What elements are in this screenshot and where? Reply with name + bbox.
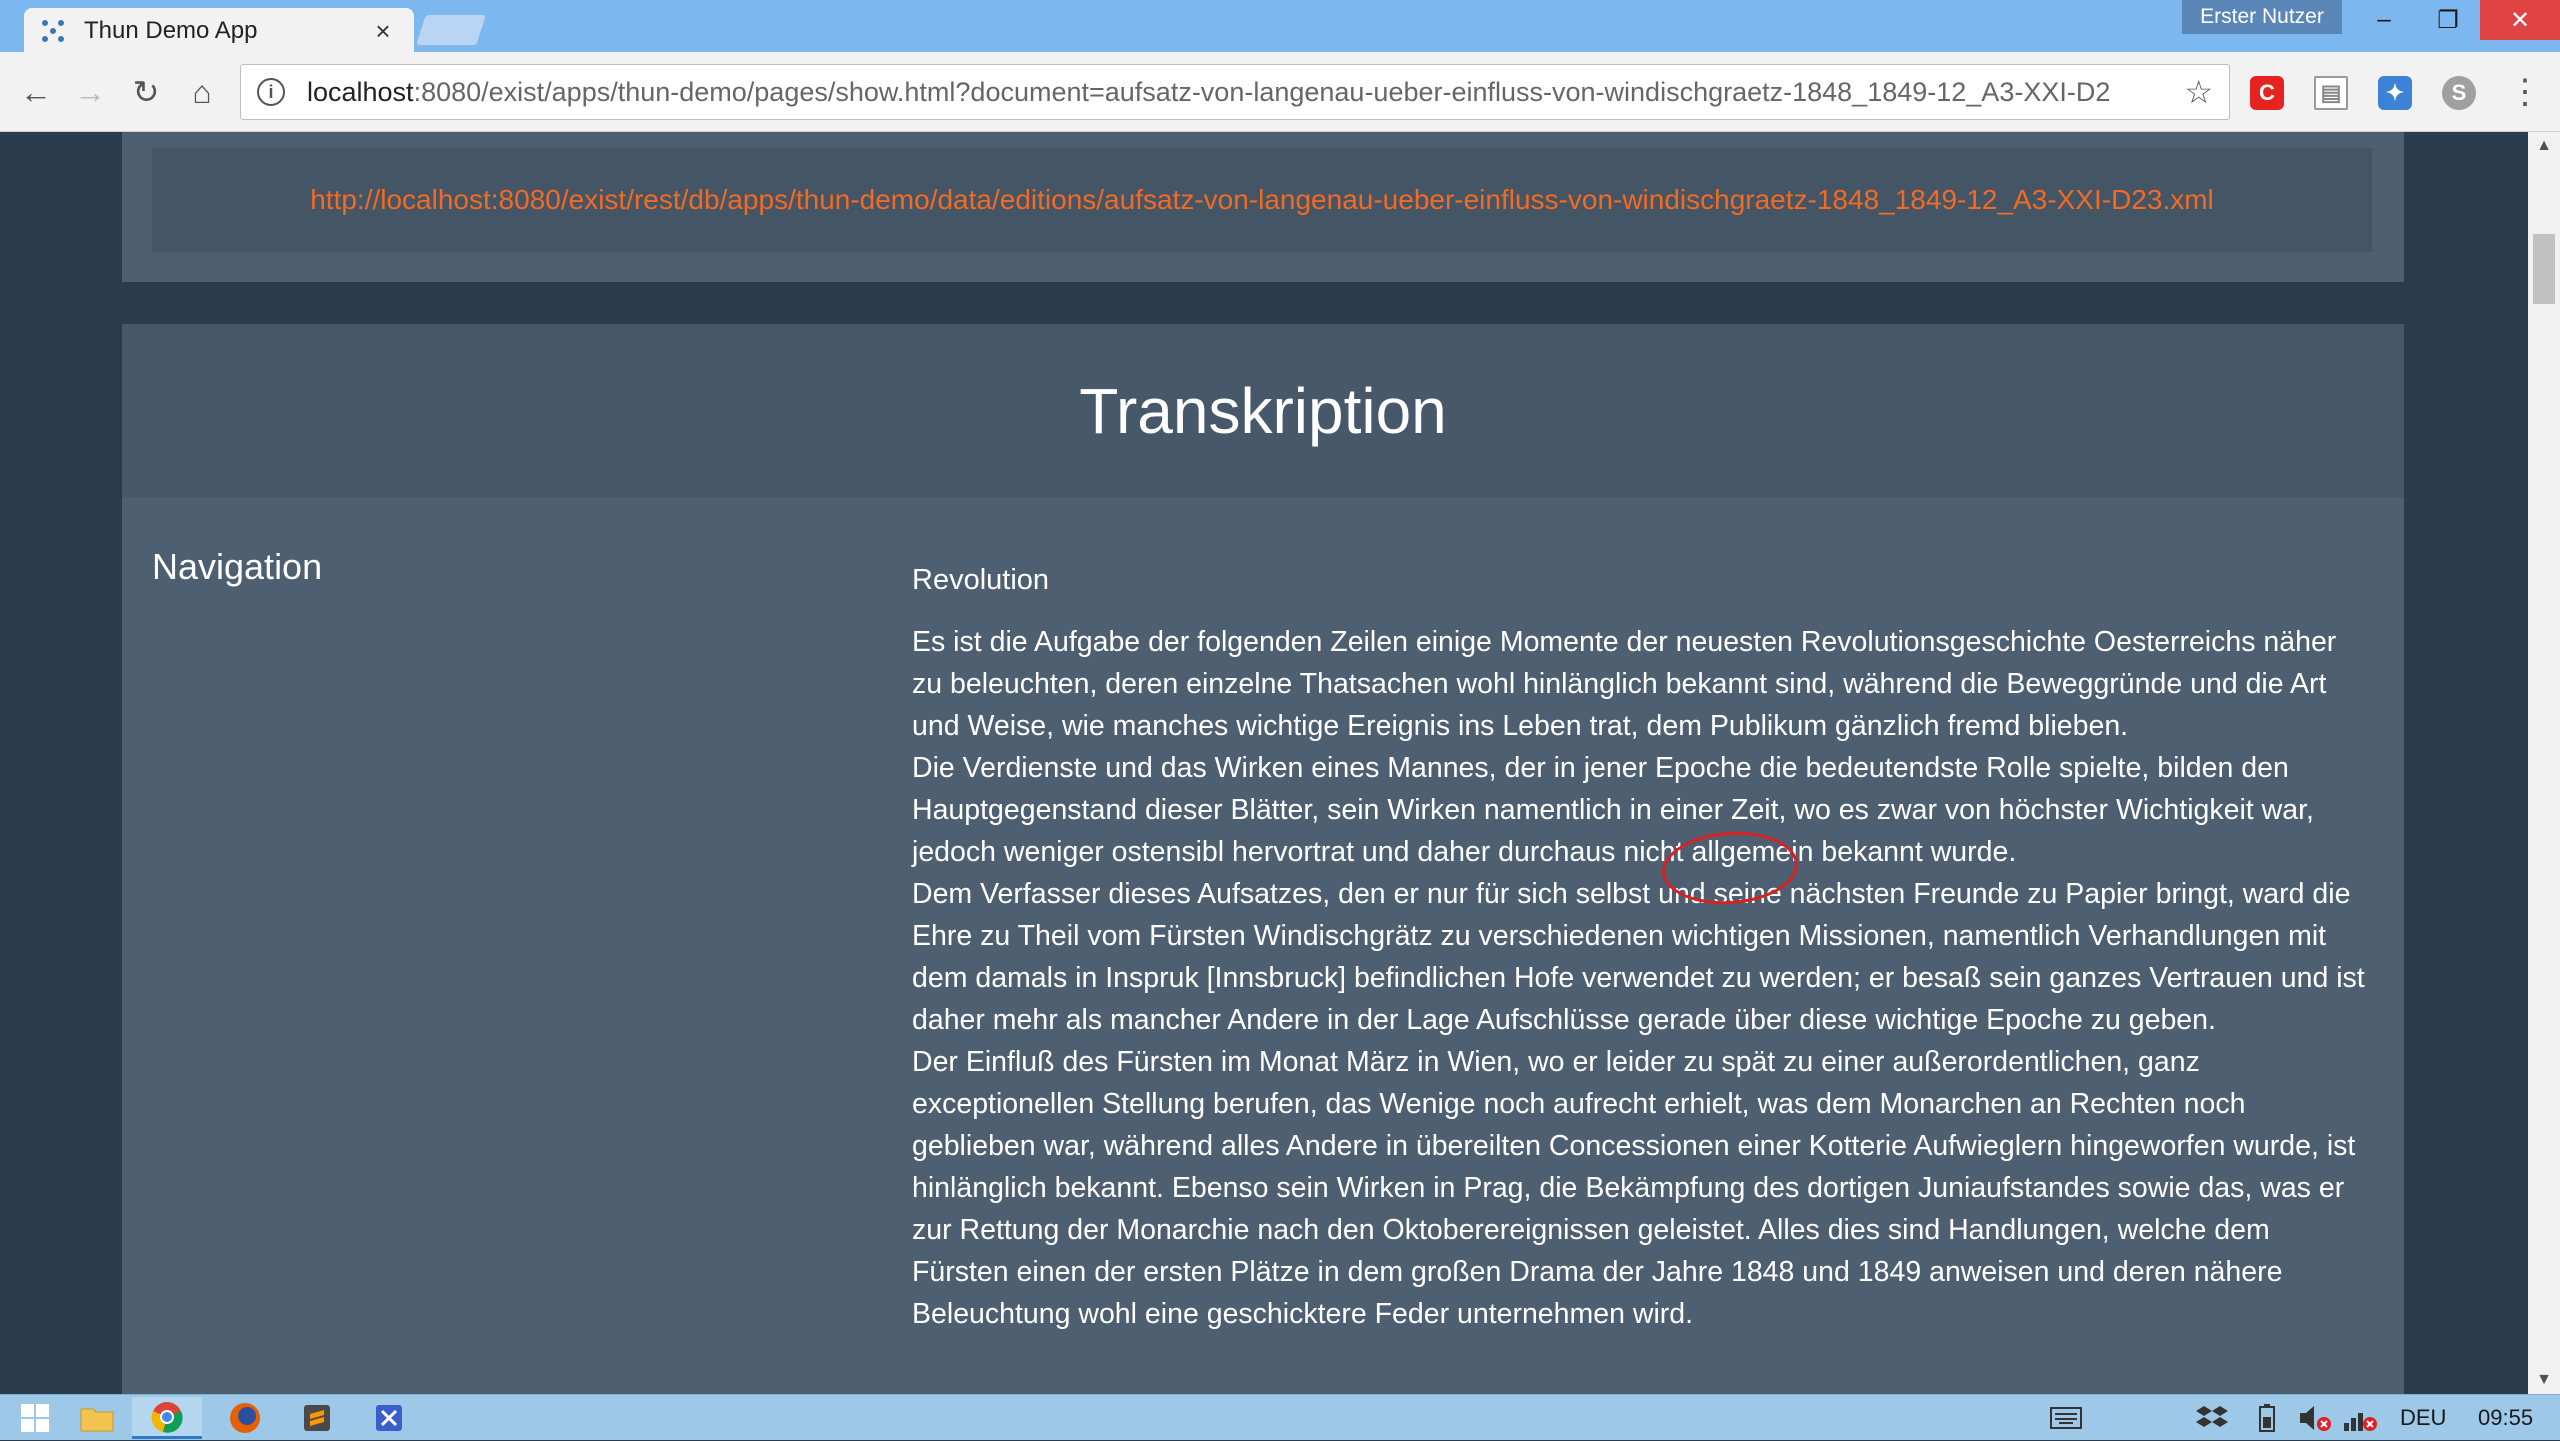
dropbox-tray-icon[interactable] xyxy=(2196,1395,2228,1441)
xml-link-box: http://localhost:8080/exist/rest/db/apps… xyxy=(152,148,2372,252)
browser-menu-icon[interactable]: ⋮ xyxy=(2508,72,2542,112)
skype-extension-icon[interactable]: S xyxy=(2442,76,2476,110)
app-favicon-icon xyxy=(40,18,66,44)
page-title: Transkription xyxy=(1079,375,1447,447)
tab-close-icon[interactable]: × xyxy=(368,16,398,47)
profile-user-badge[interactable]: Erster Nutzer xyxy=(2182,0,2342,34)
section-heading: Revolution xyxy=(912,564,1050,596)
network-error-tray-icon[interactable] xyxy=(2342,1395,2380,1441)
page-viewport: http://localhost:8080/exist/rest/db/apps… xyxy=(0,132,2528,1394)
browser-tab-active[interactable]: Thun Demo App × xyxy=(24,8,414,54)
scroll-up-arrow-icon[interactable]: ▲ xyxy=(2528,132,2560,160)
forward-arrow-icon[interactable]: → xyxy=(66,68,114,116)
battery-tray-icon[interactable] xyxy=(2258,1395,2276,1441)
volume-muted-tray-icon[interactable] xyxy=(2298,1395,2332,1441)
document-extension-icon[interactable]: ▤ xyxy=(2314,76,2348,110)
input-language[interactable]: DEU xyxy=(2400,1395,2446,1441)
close-window-icon[interactable]: ✕ xyxy=(2480,0,2560,40)
tab-title: Thun Demo App xyxy=(84,17,258,44)
c-extension-icon[interactable]: C xyxy=(2250,76,2284,110)
restore-window-icon[interactable]: ❐ xyxy=(2416,0,2480,40)
new-tab-button[interactable] xyxy=(414,14,488,46)
sublime-taskbar-icon[interactable] xyxy=(282,1397,352,1439)
puzzle-extension-icon[interactable]: ✦ xyxy=(2378,76,2412,110)
url-host: localhost xyxy=(307,76,414,107)
keyboard-tray-icon[interactable] xyxy=(2050,1395,2082,1441)
address-bar[interactable]: i localhost:8080/exist/apps/thun-demo/pa… xyxy=(240,64,2230,120)
navigation-heading: Navigation xyxy=(152,546,323,587)
browser-toolbar: ← → ↻ ⌂ i localhost:8080/exist/apps/thun… xyxy=(0,52,2560,132)
reload-icon[interactable]: ↻ xyxy=(122,68,170,116)
transcript-paragraph: Dem Verfasser dieses Aufsatzes, den er n… xyxy=(912,878,2365,1036)
transcript-paragraph: Die Verdienste und das Wirken eines Mann… xyxy=(912,752,2314,868)
scroll-thumb[interactable] xyxy=(2533,234,2555,304)
url-path: :8080/exist/apps/thun-demo/pages/show.ht… xyxy=(413,76,2111,107)
transcript-paragraph: Der Einfluß des Fürsten im Monat März in… xyxy=(912,1046,2356,1330)
page-scrollbar[interactable]: ▲ ▼ xyxy=(2528,132,2560,1394)
xmind-taskbar-icon[interactable] xyxy=(354,1397,424,1439)
chrome-taskbar-icon[interactable] xyxy=(132,1397,202,1439)
scroll-down-arrow-icon[interactable]: ▼ xyxy=(2528,1366,2560,1394)
firefox-taskbar-icon[interactable] xyxy=(210,1397,280,1439)
system-clock[interactable]: 09:55 xyxy=(2478,1395,2533,1441)
transcript-text: Revolution Es ist die Aufgabe der folgen… xyxy=(912,564,2372,1335)
windows-start-icon[interactable] xyxy=(0,1397,70,1439)
xml-source-link[interactable]: http://localhost:8080/exist/rest/db/apps… xyxy=(310,184,2214,216)
back-arrow-icon[interactable]: ← xyxy=(12,68,60,116)
file-explorer-icon[interactable] xyxy=(62,1397,132,1439)
address-url[interactable]: localhost:8080/exist/apps/thun-demo/page… xyxy=(307,77,2170,108)
browser-titlebar: Thun Demo App × Erster Nutzer – ❐ ✕ xyxy=(0,0,2560,54)
home-icon[interactable]: ⌂ xyxy=(178,68,226,116)
bookmark-star-icon[interactable]: ☆ xyxy=(2184,73,2213,111)
minimize-window-icon[interactable]: – xyxy=(2352,0,2416,40)
transcription-panel: Transkription Navigation Revolution Es i… xyxy=(122,324,2404,1394)
transcript-paragraph: Es ist die Aufgabe der folgenden Zeilen … xyxy=(912,626,2337,742)
site-info-icon[interactable]: i xyxy=(257,78,285,106)
windows-taskbar: DEU 09:55 xyxy=(0,1394,2560,1440)
transcription-header: Transkription xyxy=(122,324,2404,498)
xml-link-panel: http://localhost:8080/exist/rest/db/apps… xyxy=(122,132,2404,282)
